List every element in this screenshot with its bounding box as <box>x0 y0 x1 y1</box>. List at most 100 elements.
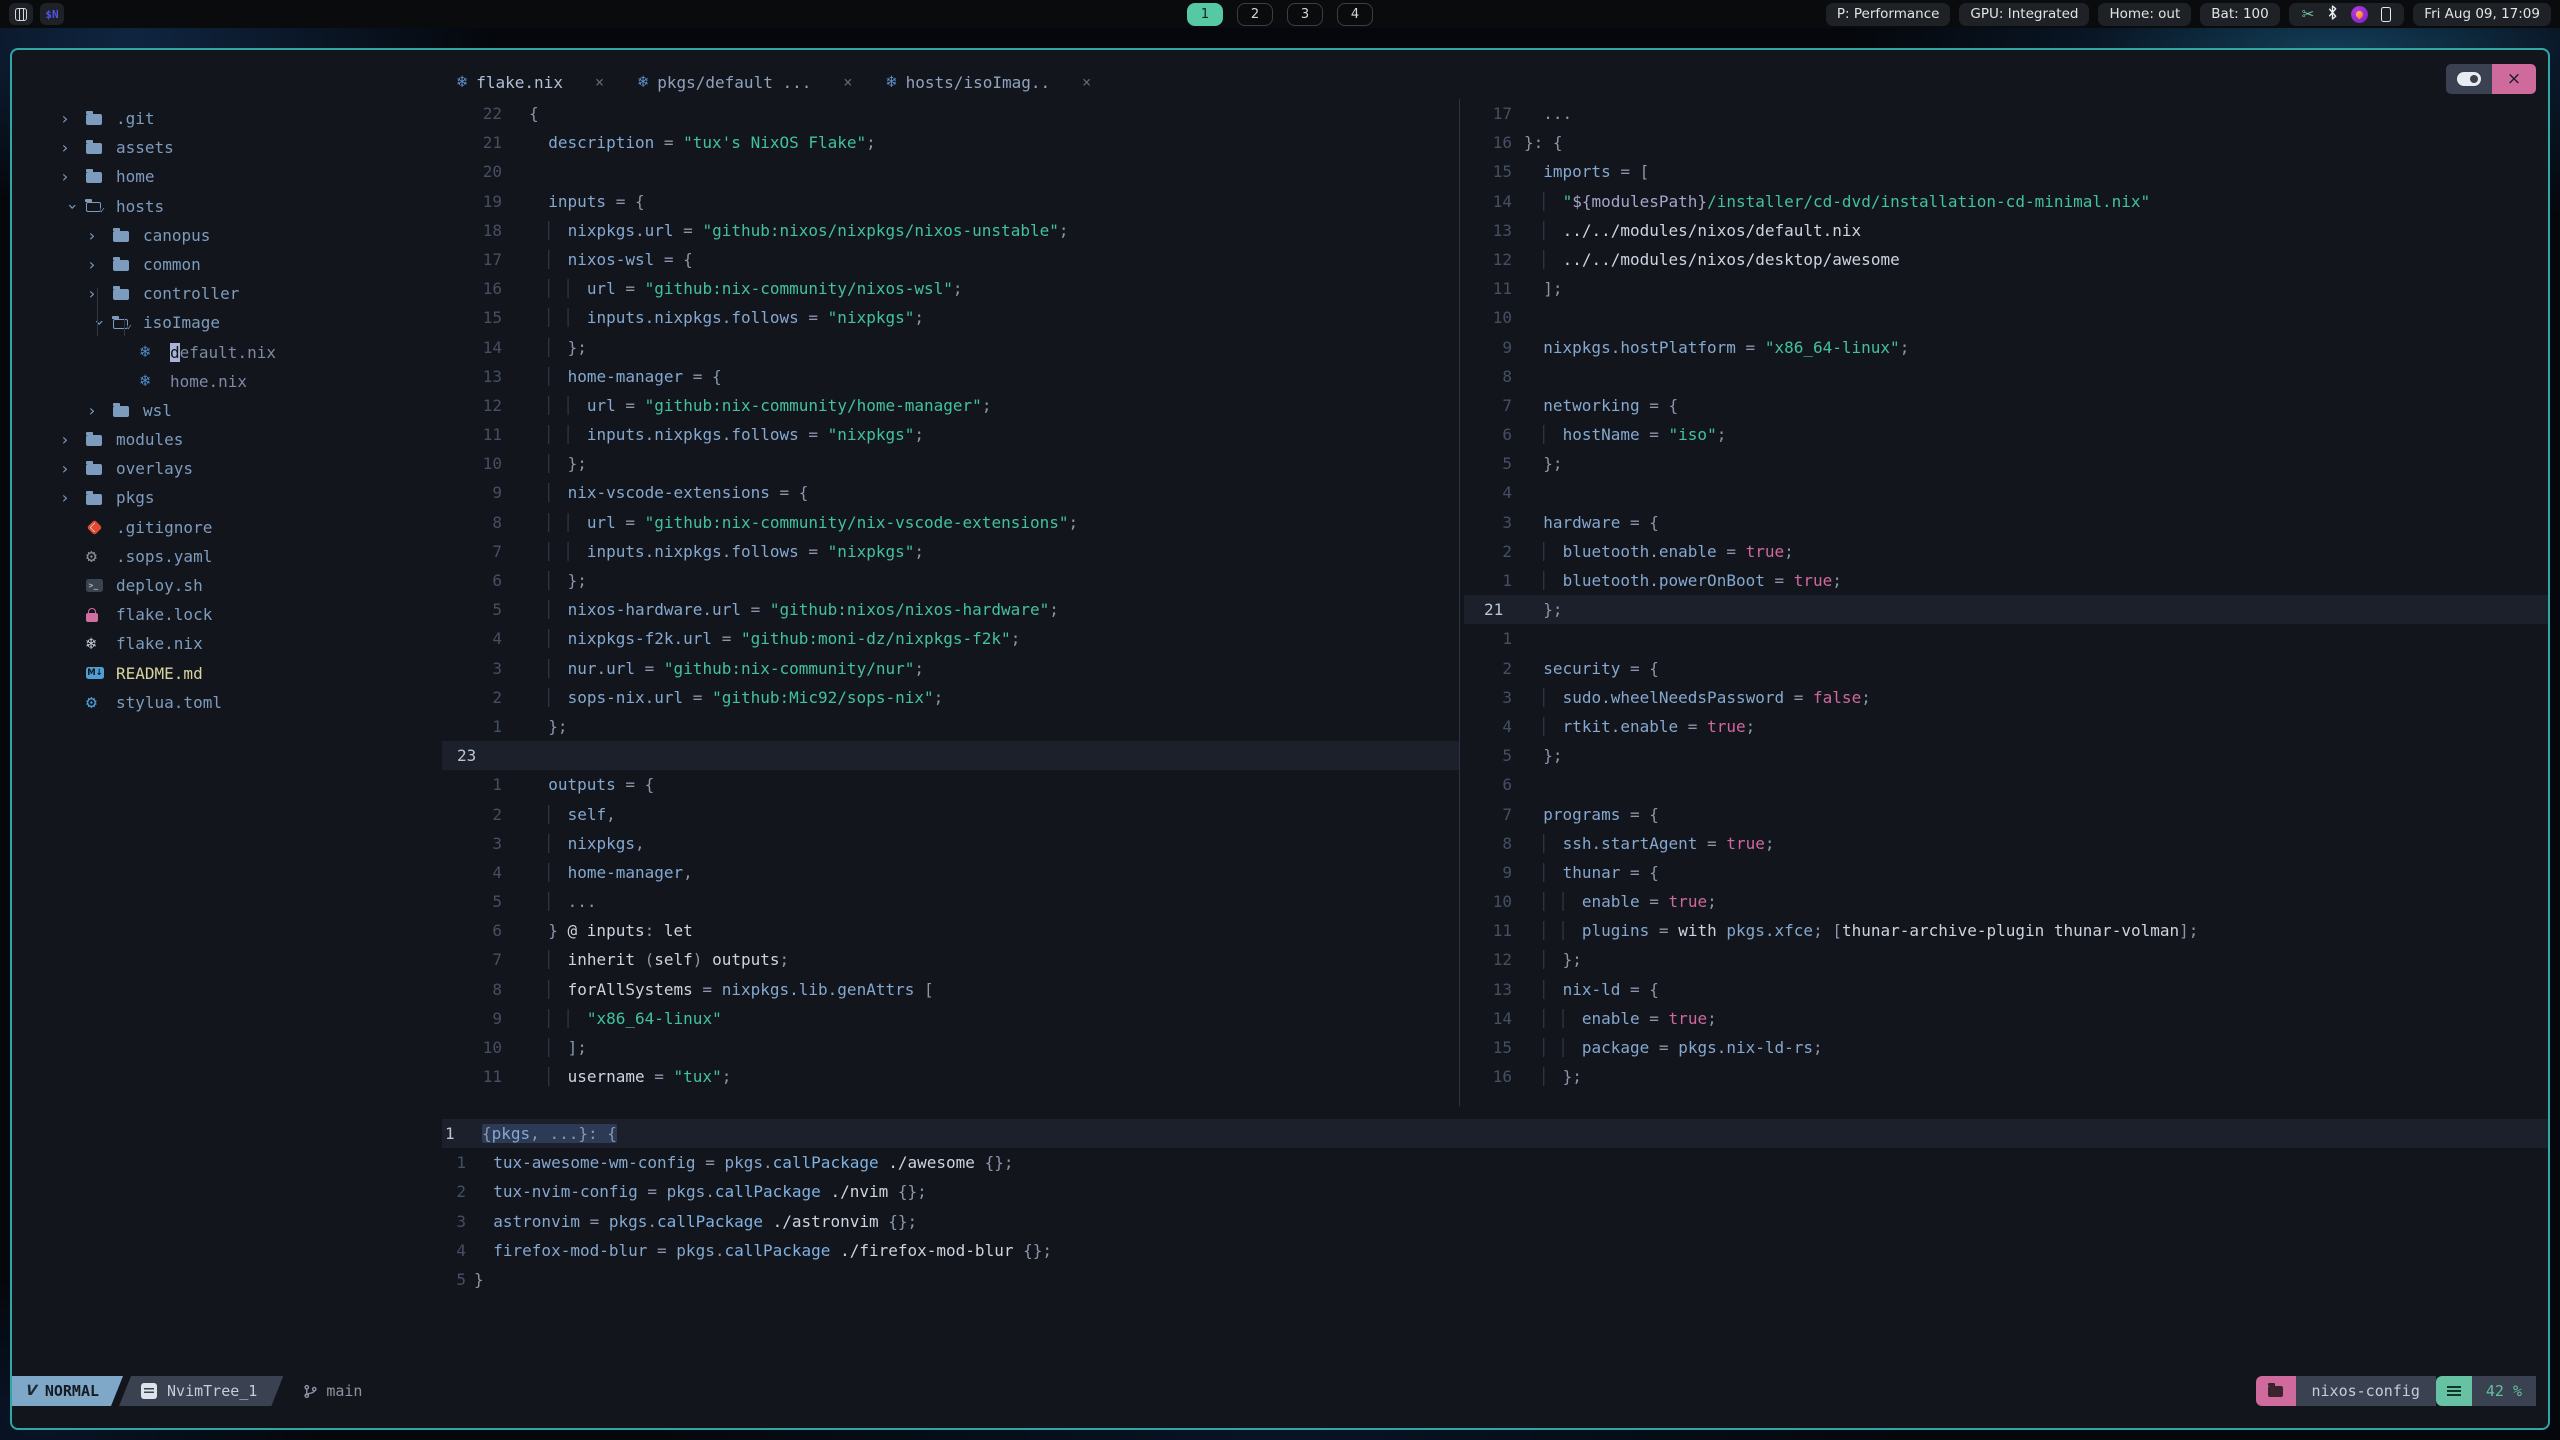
code-line: 7 ▏ inherit (self) outputs; <box>442 945 1459 974</box>
line-number: 2 <box>492 687 502 707</box>
tree-item-label: README.md <box>116 663 203 683</box>
line-number: 9 <box>492 483 502 503</box>
chevron-right-icon[interactable]: › <box>60 162 86 191</box>
phone-icon[interactable] <box>2381 6 2392 22</box>
line-number: 10 <box>1492 308 1512 328</box>
workspace-button-4[interactable]: 4 <box>1337 2 1373 26</box>
tab-close-icon[interactable]: × <box>1082 73 1091 91</box>
code-line: 2 ▏ self, <box>442 800 1459 829</box>
workspace-button-2[interactable]: 2 <box>1237 2 1273 26</box>
chevron-right-icon[interactable]: › <box>87 250 113 279</box>
chevron-right-icon[interactable]: › <box>60 104 86 133</box>
chevron-right-icon[interactable]: › <box>60 483 86 512</box>
tree-item-hosts[interactable]: › hosts <box>12 192 444 221</box>
tab-flake.nix[interactable]: ❄ flake.nix × <box>457 67 604 97</box>
tree-item-label: overlays <box>116 459 194 479</box>
line-number: 3 <box>492 833 502 853</box>
code-line: 13 ▏ home-manager = { <box>442 362 1459 391</box>
tree-item-home.nix[interactable]: home.nix <box>12 367 444 396</box>
chevron-down-icon[interactable]: › <box>85 310 114 336</box>
line-number: 4 <box>1502 716 1512 736</box>
project-folder-chip <box>2255 1376 2296 1406</box>
window-toggle-button[interactable] <box>2446 64 2492 94</box>
line-number: 6 <box>1502 425 1512 445</box>
tree-item-flake.nix[interactable]: flake.nix <box>12 629 444 658</box>
line-number: 13 <box>482 366 502 386</box>
tree-item-isoImage[interactable]: › isoImage <box>12 308 444 337</box>
apps-grid-button[interactable] <box>9 3 33 25</box>
code-line: 3 hardware = { <box>1464 508 2548 537</box>
tab-pkgs/default ...[interactable]: ❄ pkgs/default ... × <box>638 67 852 97</box>
line-number: 16 <box>1492 133 1512 153</box>
tree-item-pkgs[interactable]: › pkgs <box>12 483 444 512</box>
line-number: 8 <box>1502 833 1512 853</box>
editor-pane-flake-nix[interactable]: 22{21 description = "tux's NixOS Flake";… <box>442 99 1459 1091</box>
line-number: 5 <box>492 892 502 912</box>
tree-item-home[interactable]: › home <box>12 162 444 191</box>
nvim-launcher-button[interactable]: $N <box>40 3 64 25</box>
code-line: 3 ▏ nixpkgs, <box>442 829 1459 858</box>
chevron-right-icon[interactable]: › <box>87 396 113 425</box>
tree-item-overlays[interactable]: › overlays <box>12 454 444 483</box>
nvim-logo-icon: $N <box>45 7 59 21</box>
editor-pane-pkgs-default-nix[interactable]: 1 {pkgs, ...}: {1 tux-awesome-wm-config =… <box>442 1119 2548 1294</box>
code-line: 5 }; <box>1464 741 2548 770</box>
chevron-right-icon[interactable]: › <box>60 454 86 483</box>
tree-item-README.md[interactable]: README.md <box>12 659 444 688</box>
workspace-button-1[interactable]: 1 <box>1187 2 1223 26</box>
line-number: 20 <box>482 162 502 182</box>
window-separator[interactable] <box>1459 99 1460 1106</box>
line-number: 7 <box>1502 395 1512 415</box>
tab-close-icon[interactable]: × <box>595 73 604 91</box>
chevron-right-icon[interactable]: › <box>87 279 113 308</box>
tree-item-deploy.sh[interactable]: deploy.sh <box>12 571 444 600</box>
tree-item-modules[interactable]: › modules <box>12 425 444 454</box>
module-power-profile[interactable]: P: Performance <box>1825 2 1951 26</box>
line-number: 5 <box>456 1269 466 1289</box>
editor-pane-iso-default-nix[interactable]: 17 ... 16}: {15 imports = [14 ▏ "${module… <box>1464 99 2548 1091</box>
chevron-right-icon[interactable]: › <box>60 425 86 454</box>
code-line: 11 ▏ ▏ inputs.nixpkgs.follows = "nixpkgs… <box>442 420 1459 449</box>
nix-bright-icon <box>86 629 116 658</box>
code-line: 8 ▏ forAllSystems = nixpkgs.lib.genAttrs… <box>442 975 1459 1004</box>
code-line: 7 ▏ ▏ inputs.nixpkgs.follows = "nixpkgs"… <box>442 537 1459 566</box>
file-tree[interactable]: ›.git›assets›home›hosts›canopus›common›c… <box>12 104 444 717</box>
line-number: 15 <box>1492 162 1512 182</box>
code-line: 4 firefox-mod-blur = pkgs.callPackage ./… <box>442 1236 2548 1265</box>
line-number: 6 <box>1502 775 1512 795</box>
workspace-button-3[interactable]: 3 <box>1287 2 1323 26</box>
tree-item-canopus[interactable]: › canopus <box>12 221 444 250</box>
bluetooth-icon[interactable] <box>2327 4 2338 24</box>
tree-item-assets[interactable]: › assets <box>12 133 444 162</box>
tree-item-.sops.yaml[interactable]: .sops.yaml <box>12 542 444 571</box>
tree-item-controller[interactable]: › controller <box>12 279 444 308</box>
code-line: 17 ... <box>1464 99 2548 128</box>
line-number: 22 <box>482 104 502 123</box>
code-line: 1 ▏ bluetooth.powerOnBoot = true; <box>1464 566 2548 595</box>
chevron-right-icon[interactable]: › <box>60 133 86 162</box>
scissors-icon[interactable]: ✂ <box>2302 6 2315 22</box>
tree-item-label: modules <box>116 430 184 450</box>
tree-item-.gitignore[interactable]: .gitignore <box>12 513 444 542</box>
tree-item-.git[interactable]: › .git <box>12 104 444 133</box>
tab-hosts/isoImag..[interactable]: ❄ hosts/isoImag.. × <box>886 67 1091 97</box>
statusline-left: V NORMAL NvimTree_1 main <box>12 1376 362 1406</box>
tree-item-stylua.toml[interactable]: stylua.toml <box>12 688 444 717</box>
clock: Fri Aug 09, 17:09 <box>2413 2 2551 26</box>
window-close-button[interactable]: × <box>2492 64 2536 94</box>
chevron-right-icon[interactable]: › <box>87 221 113 250</box>
tree-item-wsl[interactable]: › wsl <box>12 396 444 425</box>
line-number: 3 <box>492 658 502 678</box>
code-line: 13 ▏ nix-ld = { <box>1464 975 2548 1004</box>
tab-close-icon[interactable]: × <box>843 73 852 91</box>
code-line: 14 ▏ ▏ enable = true; <box>1464 1004 2548 1033</box>
flame-icon[interactable] <box>2351 5 2369 23</box>
tree-item-flake.lock[interactable]: flake.lock <box>12 600 444 629</box>
code-line: 7 networking = { <box>1464 391 2548 420</box>
line-number: 1 <box>445 1124 455 1143</box>
tree-item-default.nix[interactable]: default.nix <box>12 338 444 367</box>
code-line: 10 ▏ }; <box>442 449 1459 478</box>
scroll-percent: 42 % <box>2471 1376 2536 1406</box>
chevron-down-icon[interactable]: › <box>58 193 87 219</box>
tree-item-common[interactable]: › common <box>12 250 444 279</box>
